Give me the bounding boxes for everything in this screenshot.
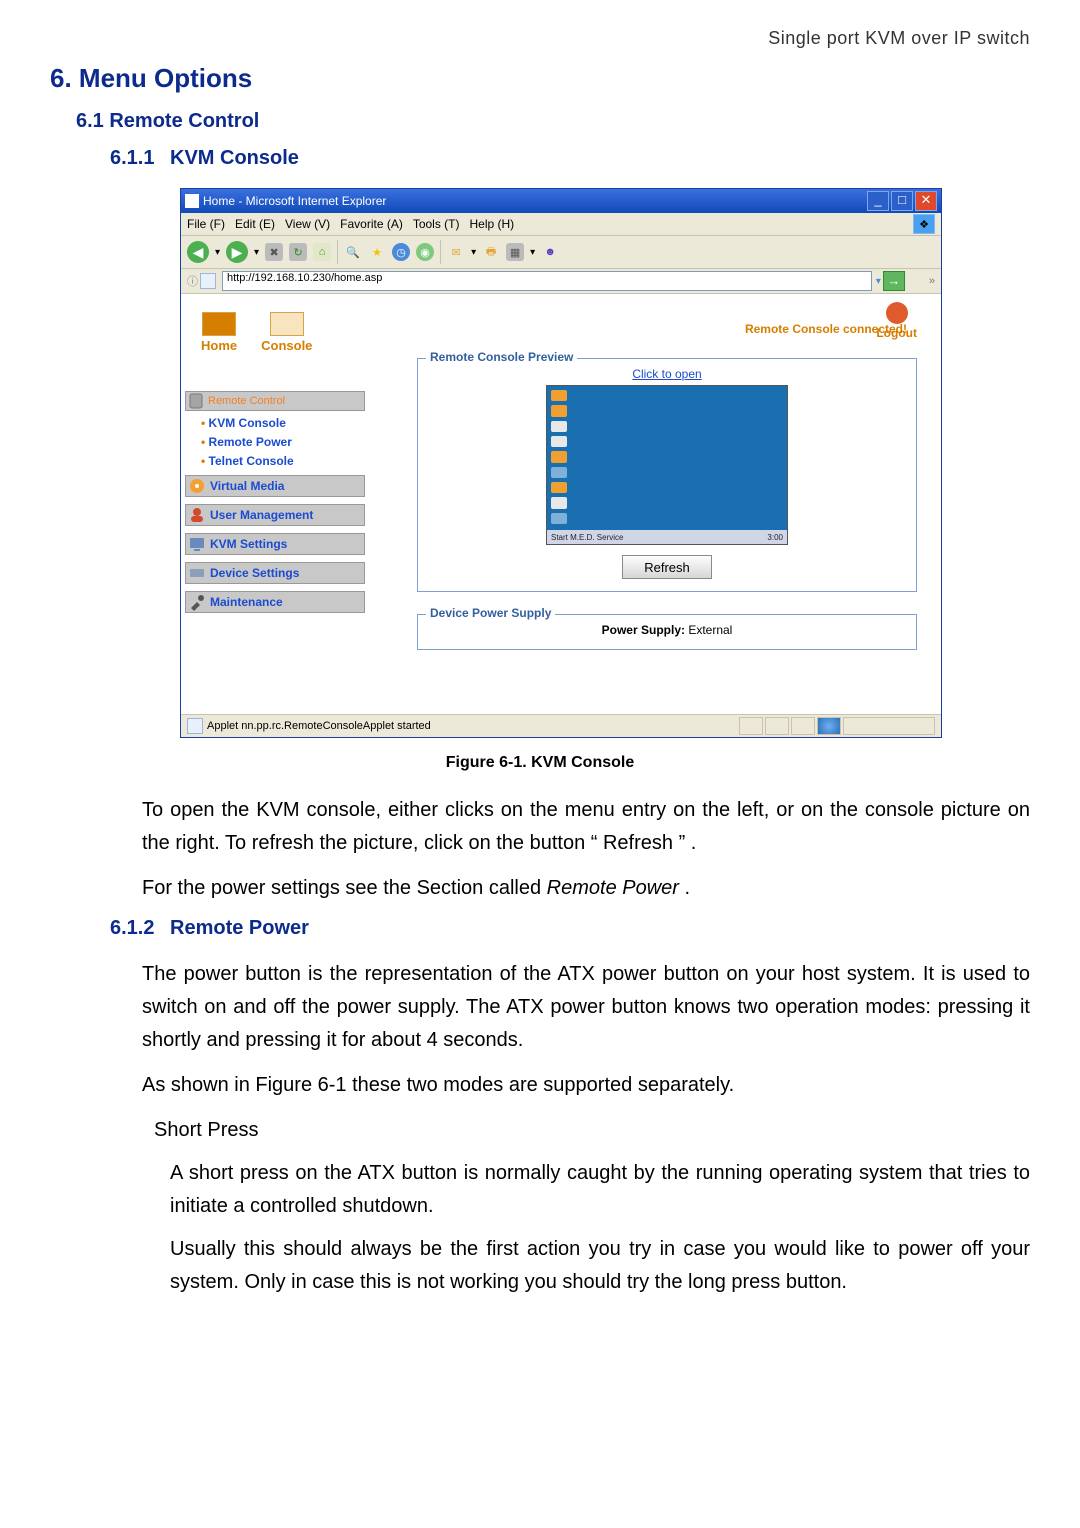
console-link[interactable]: Console — [261, 312, 312, 353]
menubar: File (F) Edit (E) View (V) Favorite (A) … — [181, 213, 941, 236]
sidebar-link-telnet-console[interactable]: Telnet Console — [201, 454, 365, 468]
home-button[interactable]: ⌂ — [313, 243, 331, 261]
logout-icon — [886, 302, 908, 324]
edit-icon[interactable]: ▦ — [506, 243, 524, 261]
address-input[interactable]: http://192.168.10.230/home.asp — [222, 271, 872, 291]
statusbar: Applet nn.pp.rc.RemoteConsoleApplet star… — [181, 714, 941, 737]
console-preview-image[interactable]: Start M.E.D. Service 3:00 — [546, 385, 788, 545]
favorites-icon[interactable]: ★ — [368, 243, 386, 261]
sidebar: Home Console Remote Control KVM Console … — [181, 294, 369, 714]
sidebar-btn-user-management[interactable]: User Management — [185, 504, 365, 526]
go-button[interactable]: → — [883, 271, 905, 291]
maintenance-icon — [188, 593, 206, 611]
maximize-button[interactable]: □ — [891, 191, 913, 211]
preview-desktop-icons — [551, 390, 573, 524]
back-button[interactable]: ◀ — [187, 241, 209, 263]
refresh-button[interactable]: ↻ — [289, 243, 307, 261]
home-link[interactable]: Home — [201, 312, 237, 353]
heading-num: 6.1.2 — [110, 917, 170, 940]
forward-button[interactable]: ▶ — [226, 241, 248, 263]
browser-content: Home Console Remote Control KVM Console … — [181, 294, 941, 714]
menu-edit[interactable]: Edit (E) — [235, 217, 275, 231]
menu-tools[interactable]: Tools (T) — [413, 217, 460, 231]
print-icon[interactable]: 🖶 — [482, 243, 500, 261]
figure-caption: Figure 6-1. KVM Console — [50, 754, 1030, 772]
click-to-open-link[interactable]: Click to open — [430, 367, 904, 381]
logout-link[interactable]: Logout — [876, 302, 917, 340]
sidebar-btn-device-settings[interactable]: Device Settings — [185, 562, 365, 584]
sidebar-btn-virtual-media[interactable]: Virtual Media — [185, 475, 365, 497]
close-button[interactable]: ✕ — [915, 191, 937, 211]
toolbar: ◀▾ ▶▾ ✖ ↻ ⌂ 🔍 ★ ◷ ◉ ✉▾ 🖶 ▦▾ ☻ — [181, 236, 941, 269]
mail-icon[interactable]: ✉ — [447, 243, 465, 261]
stop-button[interactable]: ✖ — [265, 243, 283, 261]
paragraph: To open the KVM console, either clicks o… — [142, 794, 1030, 860]
paragraph: Usually this should always be the first … — [170, 1233, 1030, 1299]
device-power-supply: Device Power Supply Power Supply: Extern… — [417, 614, 917, 650]
main-content: Logout Remote Console connected! Remote … — [369, 294, 941, 714]
console-icon — [270, 312, 304, 336]
remote-console-preview: Remote Console Preview Click to open Sta… — [417, 358, 917, 592]
status-text: Remote Console connected! — [383, 322, 927, 336]
sidebar-btn-maintenance[interactable]: Maintenance — [185, 591, 365, 613]
titlebar: Home - Microsoft Internet Explorer _ □ ✕ — [181, 189, 941, 213]
heading-2: 6.1 Remote Control — [76, 110, 1030, 133]
menu-help[interactable]: Help (H) — [470, 217, 515, 231]
address-bar: ⓘ http://192.168.10.230/home.asp ▾ → » — [181, 269, 941, 294]
virtual-media-icon — [188, 477, 206, 495]
heading-1: 6. Menu Options — [50, 63, 1030, 94]
paragraph: As shown in Figure 6-1 these two modes a… — [142, 1069, 1030, 1102]
menu-view[interactable]: View (V) — [285, 217, 330, 231]
internet-zone-icon — [817, 717, 841, 735]
preview-taskbar: Start M.E.D. Service 3:00 — [547, 530, 787, 544]
paragraph: A short press on the ATX button is norma… — [170, 1157, 1030, 1223]
search-icon[interactable]: 🔍 — [344, 243, 362, 261]
sidebar-link-remote-power[interactable]: Remote Power — [201, 435, 365, 449]
ie-icon — [185, 194, 199, 208]
heading-3-kvm: 6.1.1KVM Console — [110, 147, 1030, 170]
heading-3-remote-power: 6.1.2Remote Power — [110, 917, 1030, 940]
home-icon — [202, 312, 236, 336]
chevron-expand[interactable]: » — [929, 275, 935, 287]
remote-control-icon — [188, 392, 206, 410]
menu-favorite[interactable]: Favorite (A) — [340, 217, 403, 231]
history-icon[interactable]: ◷ — [392, 243, 410, 261]
refresh-preview-button[interactable]: Refresh — [622, 555, 712, 579]
device-settings-icon — [188, 564, 206, 582]
heading-text: KVM Console — [170, 147, 299, 169]
heading-num: 6.1.1 — [110, 147, 170, 170]
messenger-icon[interactable]: ☻ — [541, 243, 559, 261]
minimize-button[interactable]: _ — [867, 191, 889, 211]
subheading-short-press: Short Press — [154, 1114, 1030, 1147]
sidebar-link-kvm-console[interactable]: KVM Console — [201, 416, 365, 430]
fieldset-legend-powersupply: Device Power Supply — [426, 606, 555, 620]
window-title: Home - Microsoft Internet Explorer — [203, 194, 386, 208]
power-supply-value: External — [685, 623, 732, 637]
user-management-icon — [188, 506, 206, 524]
power-supply-label: Power Supply: — [602, 623, 685, 637]
statusbar-icon — [187, 718, 203, 734]
menu-file[interactable]: File (F) — [187, 217, 225, 231]
screenshot-window: Home - Microsoft Internet Explorer _ □ ✕… — [180, 188, 942, 738]
page-icon — [200, 273, 216, 289]
paragraph: For the power settings see the Section c… — [142, 872, 1030, 905]
sidebar-group-remote-control[interactable]: Remote Control — [185, 391, 365, 411]
page-header: Single port KVM over IP switch — [50, 28, 1030, 49]
statusbar-text: Applet nn.pp.rc.RemoteConsoleApplet star… — [207, 720, 431, 732]
sidebar-btn-kvm-settings[interactable]: KVM Settings — [185, 533, 365, 555]
windows-flag-icon[interactable]: ❖ — [913, 214, 935, 234]
media-icon[interactable]: ◉ — [416, 243, 434, 261]
paragraph: The power button is the representation o… — [142, 958, 1030, 1057]
kvm-settings-icon — [188, 535, 206, 553]
heading-text: Remote Power — [170, 917, 309, 939]
fieldset-legend-preview: Remote Console Preview — [426, 350, 577, 364]
